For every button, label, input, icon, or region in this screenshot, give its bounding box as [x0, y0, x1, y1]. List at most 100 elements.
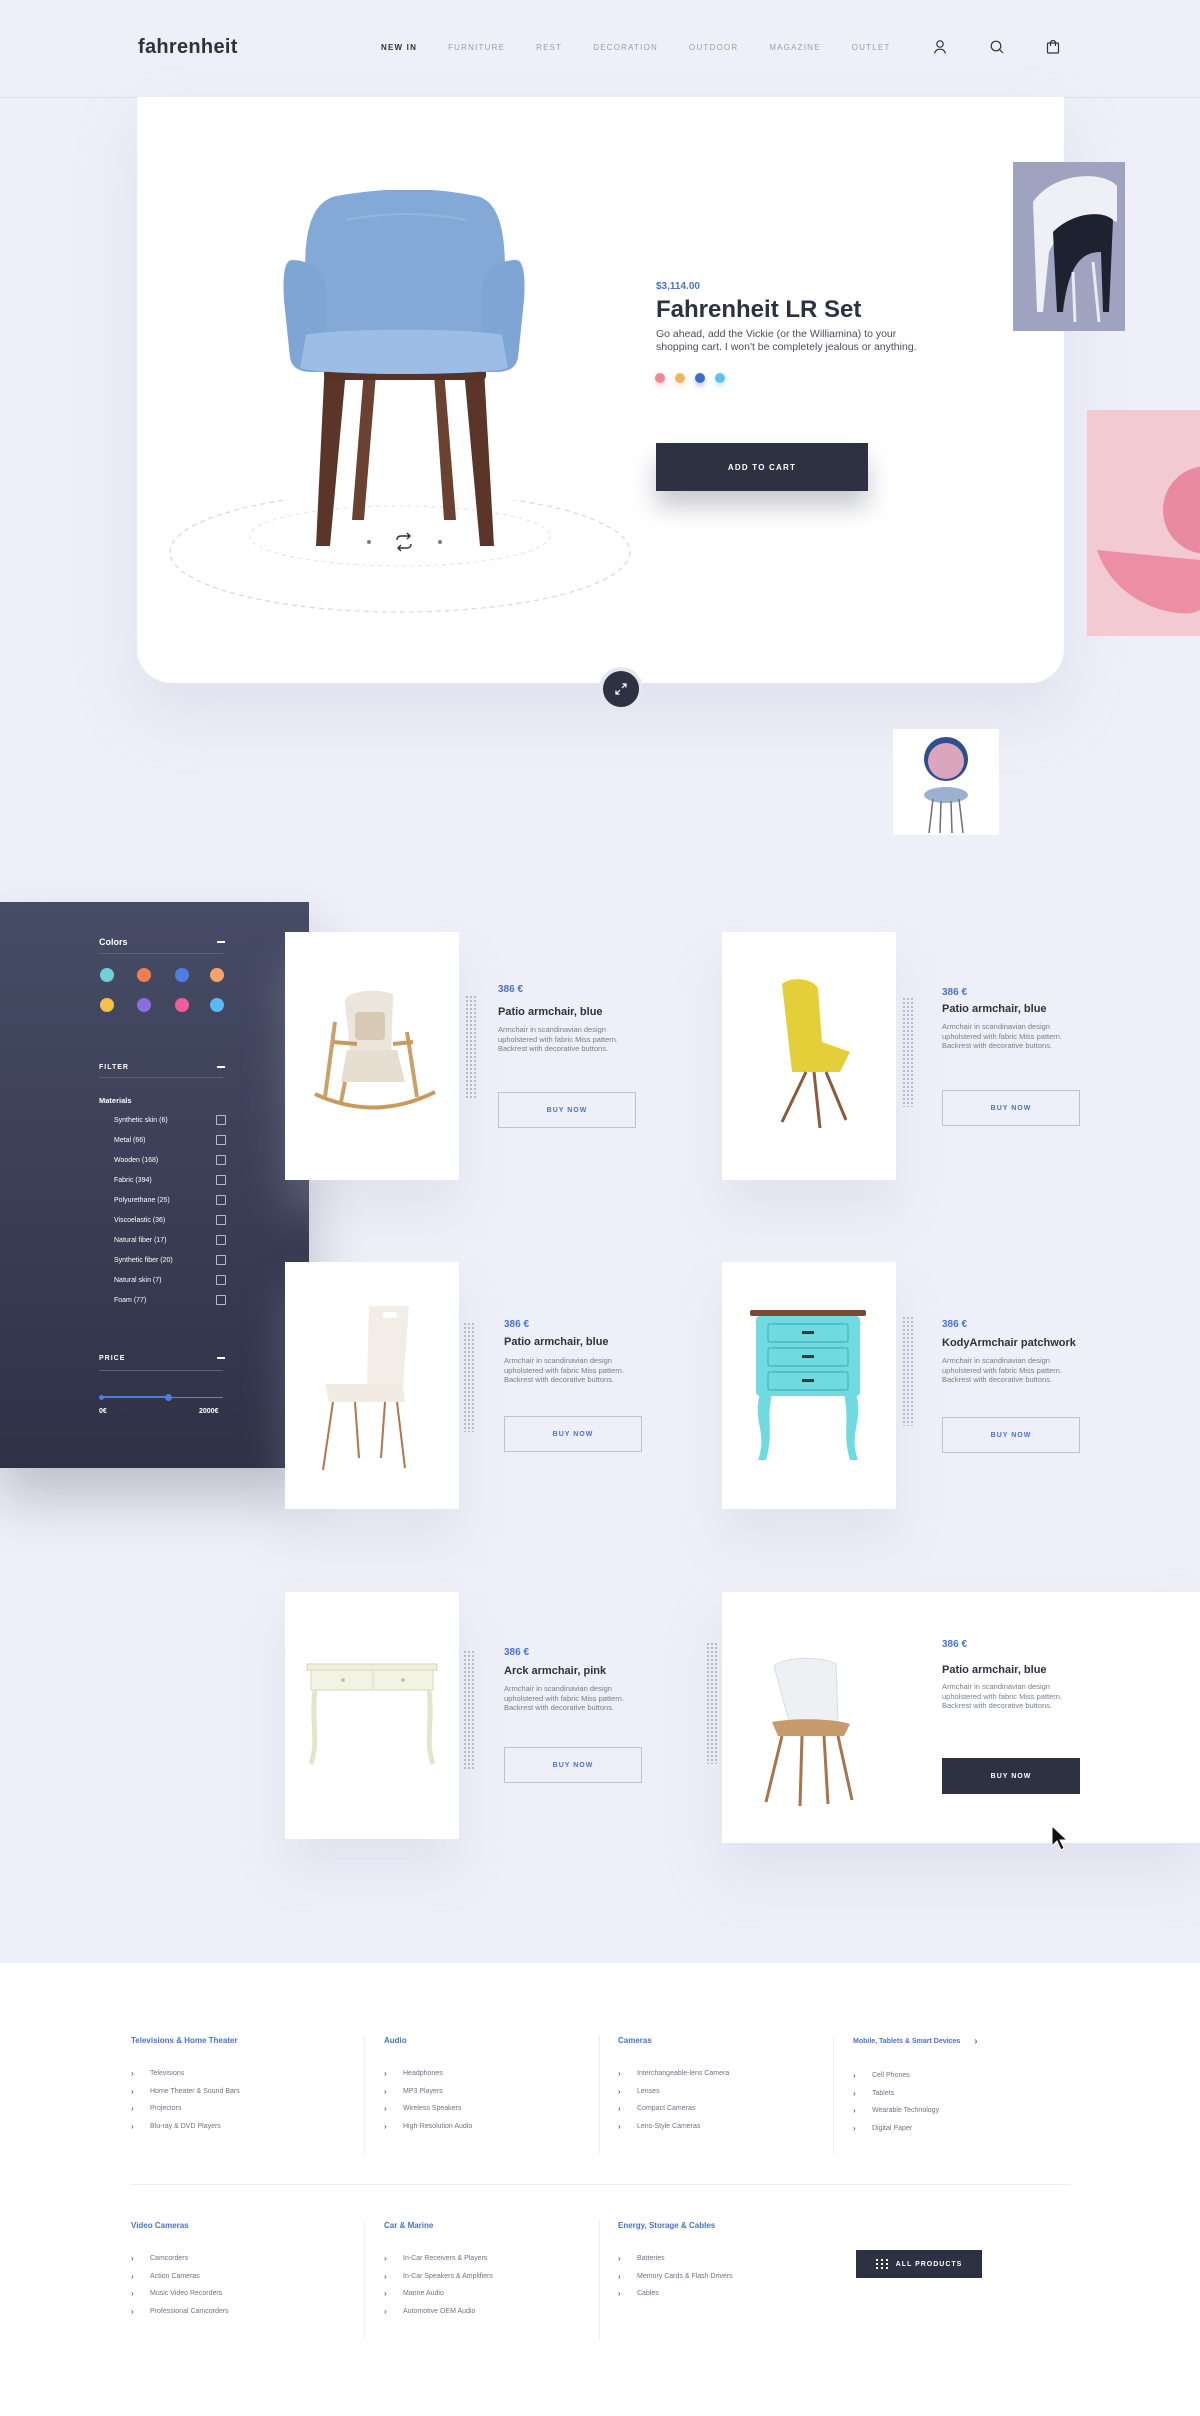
buy-now-button[interactable]: BUY NOW — [942, 1417, 1080, 1453]
collapse-price-icon[interactable] — [217, 1357, 225, 1359]
nav-new-in[interactable]: NEW IN — [381, 43, 417, 52]
price-slider-handle-min[interactable] — [99, 1395, 104, 1400]
material-option[interactable]: Natural fiber (17) — [114, 1230, 226, 1250]
footer-link[interactable]: › Televisions — [131, 2065, 240, 2083]
nav-rest[interactable]: REST — [536, 43, 562, 52]
buy-now-button[interactable]: BUY NOW — [942, 1758, 1080, 1794]
thumbnail-round-chair[interactable] — [893, 729, 999, 835]
product-name: Arck armchair, pink — [504, 1665, 607, 1677]
thumbnail-white-chair[interactable] — [1013, 162, 1125, 331]
material-option[interactable]: Metal (66) — [114, 1130, 226, 1150]
material-checkbox[interactable] — [216, 1135, 226, 1145]
color-swatch[interactable] — [675, 373, 685, 383]
material-checkbox[interactable] — [216, 1215, 226, 1225]
user-icon[interactable] — [931, 38, 949, 56]
footer-link[interactable]: › Lens-Style Cameras — [618, 2118, 729, 2136]
footer-link[interactable]: › Automotive OEM Audio — [384, 2303, 493, 2321]
footer-link[interactable]: › MP3 Players — [384, 2083, 472, 2101]
color-filter-dot[interactable] — [137, 998, 151, 1012]
collapse-button[interactable] — [599, 667, 643, 711]
footer-link[interactable]: › In-Car Receivers & Players — [384, 2250, 493, 2268]
footer-link[interactable]: › Professional Camcorders — [131, 2303, 229, 2321]
material-option[interactable]: Wooden (168) — [114, 1150, 226, 1170]
footer-link[interactable]: › Digital Paper — [853, 2120, 978, 2138]
color-filter-dot[interactable] — [137, 968, 151, 982]
material-checkbox[interactable] — [216, 1275, 226, 1285]
buy-now-button[interactable]: BUY NOW — [942, 1090, 1080, 1126]
product-image-card[interactable] — [722, 1262, 896, 1509]
add-to-cart-button[interactable]: ADD TO CART — [656, 443, 868, 491]
color-swatch[interactable] — [655, 373, 665, 383]
rotate-icon[interactable] — [393, 531, 415, 553]
nav-outlet[interactable]: OUTLET — [852, 43, 891, 52]
color-filter-dot[interactable] — [210, 968, 224, 982]
footer-link[interactable]: › Memory Cards & Flash Drivers — [618, 2268, 733, 2286]
collapse-filter-icon[interactable] — [217, 1066, 225, 1068]
nav-magazine[interactable]: MAGAZINE — [769, 43, 820, 52]
all-products-button[interactable]: ALL PRODUCTS — [856, 2250, 982, 2278]
thumbnail-pink-chair[interactable] — [1087, 410, 1200, 636]
material-option[interactable]: Foam (77) — [114, 1290, 226, 1310]
product-card-highlighted[interactable] — [722, 1592, 1200, 1843]
footer-link[interactable]: › Tablets — [853, 2085, 978, 2103]
product-image-card[interactable] — [722, 932, 896, 1180]
chevron-right-icon[interactable]: › — [974, 2036, 977, 2047]
search-icon[interactable] — [988, 38, 1006, 56]
footer-link[interactable]: › Interchangeable-lens Camera — [618, 2065, 729, 2083]
footer-link[interactable]: › Cell Phones — [853, 2067, 978, 2085]
color-swatch[interactable] — [695, 373, 705, 383]
material-option[interactable]: Synthetic fiber (20) — [114, 1250, 226, 1270]
collapse-colors-icon[interactable] — [217, 941, 225, 943]
carousel-dot[interactable] — [367, 540, 371, 544]
footer-link[interactable]: › Action Cameras — [131, 2268, 229, 2286]
material-checkbox[interactable] — [216, 1255, 226, 1265]
footer-link[interactable]: › Projectors — [131, 2100, 240, 2118]
footer-link[interactable]: › Batteries — [618, 2250, 733, 2268]
material-option[interactable]: Synthetic skin (6) — [114, 1110, 226, 1130]
chevron-right-icon: › — [384, 2254, 387, 2264]
footer-link[interactable]: › Blu-ray & DVD Players — [131, 2118, 240, 2136]
color-filter-dot[interactable] — [175, 998, 189, 1012]
color-filter-dot[interactable] — [175, 968, 189, 982]
product-image-card[interactable] — [285, 1592, 459, 1839]
footer-link[interactable]: › In-Car Speakers & Amplifiers — [384, 2268, 493, 2286]
material-checkbox[interactable] — [216, 1195, 226, 1205]
color-swatch[interactable] — [715, 373, 725, 383]
material-checkbox[interactable] — [216, 1175, 226, 1185]
column-divider — [833, 2036, 834, 2154]
footer-link[interactable]: › Wireless Speakers — [384, 2100, 472, 2118]
material-option[interactable]: Viscoelastic (36) — [114, 1210, 226, 1230]
chevron-right-icon: › — [384, 2086, 387, 2096]
material-checkbox[interactable] — [216, 1115, 226, 1125]
buy-now-button[interactable]: BUY NOW — [498, 1092, 636, 1128]
footer-link[interactable]: › Cables — [618, 2285, 733, 2303]
material-option[interactable]: Polyurethane (25) — [114, 1190, 226, 1210]
color-filter-dot[interactable] — [210, 998, 224, 1012]
footer-link[interactable]: › Camcorders — [131, 2250, 229, 2268]
footer-link[interactable]: › Wearable Technology — [853, 2102, 978, 2120]
footer-link[interactable]: › Marine Audio — [384, 2285, 493, 2303]
nav-decoration[interactable]: DECORATION — [593, 43, 658, 52]
material-checkbox[interactable] — [216, 1235, 226, 1245]
footer-link[interactable]: › High-Resolution Audio — [384, 2118, 472, 2136]
material-checkbox[interactable] — [216, 1155, 226, 1165]
material-checkbox[interactable] — [216, 1295, 226, 1305]
color-filter-dot[interactable] — [100, 998, 114, 1012]
carousel-dot[interactable] — [438, 540, 442, 544]
logo[interactable]: fahrenheit — [138, 36, 238, 59]
footer-link[interactable]: › Headphones — [384, 2065, 472, 2083]
buy-now-button[interactable]: BUY NOW — [504, 1747, 642, 1783]
footer-link[interactable]: › Lenses — [618, 2083, 729, 2101]
footer-link[interactable]: › Home Theater & Sound Bars — [131, 2083, 240, 2101]
buy-now-button[interactable]: BUY NOW — [504, 1416, 642, 1452]
material-option[interactable]: Natural skin (7) — [114, 1270, 226, 1290]
footer-link[interactable]: › Compact Cameras — [618, 2100, 729, 2118]
nav-furniture[interactable]: FURNITURE — [448, 43, 505, 52]
cart-icon[interactable] — [1044, 38, 1062, 56]
footer-link[interactable]: › Music Video Recorders — [131, 2285, 229, 2303]
product-image-card[interactable] — [285, 1262, 459, 1509]
nav-outdoor[interactable]: OUTDOOR — [689, 43, 738, 52]
color-filter-dot[interactable] — [100, 968, 114, 982]
material-option[interactable]: Fabric (394) — [114, 1170, 226, 1190]
product-image-card[interactable] — [285, 932, 459, 1180]
